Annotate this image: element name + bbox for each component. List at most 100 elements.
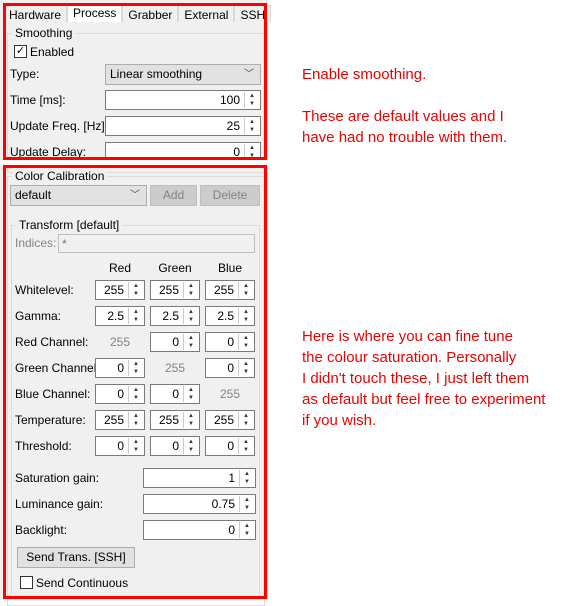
spin-value: 0 <box>117 361 124 375</box>
green-channel-blue-spinbox[interactable]: 0 ▲ ▼ <box>205 358 255 378</box>
tab-grabber[interactable]: Grabber <box>122 5 179 22</box>
spin-arrows-icon[interactable]: ▲ ▼ <box>183 308 198 324</box>
spin-value: 255 <box>158 413 179 427</box>
note-saturation-line3: I didn't touch these, I just left them <box>302 370 530 387</box>
delete-button[interactable]: Delete <box>200 185 260 206</box>
add-button[interactable]: Add <box>150 185 197 206</box>
blue-channel-green-spinbox[interactable]: 0 ▲ ▼ <box>150 384 200 404</box>
spin-value: 255 <box>103 283 124 297</box>
spin-value: 0 <box>172 335 179 349</box>
spin-value: 2.5 <box>217 309 234 323</box>
spin-arrows-icon[interactable]: ▲ ▼ <box>128 360 143 376</box>
gamma-red-spinbox[interactable]: 2.5 ▲ ▼ <box>95 306 145 326</box>
freq-label: Update Freq. [Hz]: <box>10 119 109 133</box>
threshold-blue-spinbox[interactable]: 0 ▲ ▼ <box>205 436 255 456</box>
saturation-label: Saturation gain: <box>15 471 100 485</box>
green-channel-red-spinbox[interactable]: 0 ▲ ▼ <box>95 358 145 378</box>
spin-arrows-icon[interactable]: ▲ ▼ <box>128 386 143 402</box>
spin-arrows-icon[interactable]: ▲ ▼ <box>128 438 143 454</box>
spin-arrows-icon[interactable]: ▲ ▼ <box>128 308 143 324</box>
spin-value: 255 <box>158 283 179 297</box>
tab-hardware[interactable]: Hardware <box>3 5 68 22</box>
chevron-down-icon: ﹀ <box>244 69 254 80</box>
spin-value: 0 <box>227 361 234 375</box>
red-channel-blue-spinbox[interactable]: 0 ▲ ▼ <box>205 332 255 352</box>
tab-external[interactable]: External <box>178 5 235 22</box>
spin-arrows-icon[interactable]: ▲ ▼ <box>238 360 253 376</box>
spin-arrows-icon[interactable]: ▲ ▼ <box>183 282 198 298</box>
enabled-checkbox[interactable]: ✓ <box>14 45 27 58</box>
row-label: Whitelevel: <box>15 283 74 297</box>
blue-channel-fixed-value: 255 <box>219 387 241 401</box>
profile-value: default <box>15 188 52 202</box>
spin-arrows-icon[interactable]: ▲ ▼ <box>128 412 143 428</box>
spin-arrows-icon[interactable]: ▲ ▼ <box>238 308 253 324</box>
note-saturation-line1: Here is where you can fine tune <box>302 328 513 345</box>
backlight-spinbox[interactable]: 0 ▲ ▼ <box>143 520 256 540</box>
enabled-label: Enabled <box>30 45 75 59</box>
spin-arrows-icon[interactable]: ▲ ▼ <box>183 334 198 350</box>
saturation-spinbox[interactable]: 1 ▲ ▼ <box>143 468 256 488</box>
spin-arrows-icon[interactable]: ▲ ▼ <box>183 438 198 454</box>
row-label: Temperature: <box>15 413 86 427</box>
spin-arrows-icon[interactable]: ▲ ▼ <box>239 522 254 538</box>
calibration-title: Color Calibration <box>12 169 108 183</box>
send-transform-button[interactable]: Send Trans. [SSH] <box>17 547 135 568</box>
spin-arrows-icon[interactable]: ▲ ▼ <box>239 496 254 512</box>
send-continuous-checkbox[interactable] <box>20 576 33 589</box>
red-channel-fixed-value: 255 <box>109 335 131 349</box>
type-value: Linear smoothing <box>110 67 203 81</box>
spin-arrows-icon[interactable]: ▲ ▼ <box>183 412 198 428</box>
spin-value: 0 <box>117 439 124 453</box>
indices-input[interactable] <box>58 234 255 253</box>
note-enable-smoothing: Enable smoothing. <box>302 66 427 83</box>
saturation-value: 1 <box>228 471 235 485</box>
freq-spinbox[interactable]: 25 ▲ ▼ <box>105 116 261 136</box>
spin-value: 0 <box>227 439 234 453</box>
spin-arrows-icon[interactable]: ▲ ▼ <box>239 470 254 486</box>
whitelevel-red-spinbox[interactable]: 255 ▲ ▼ <box>95 280 145 300</box>
blue-channel-red-spinbox[interactable]: 0 ▲ ▼ <box>95 384 145 404</box>
spin-value: 0 <box>172 387 179 401</box>
luminance-spinbox[interactable]: 0.75 ▲ ▼ <box>143 494 256 514</box>
temperature-red-spinbox[interactable]: 255 ▲ ▼ <box>95 410 145 430</box>
backlight-value: 0 <box>228 523 235 537</box>
spin-arrows-icon[interactable]: ▲ ▼ <box>183 386 198 402</box>
red-channel-green-spinbox[interactable]: 0 ▲ ▼ <box>150 332 200 352</box>
separator <box>0 160 268 166</box>
whitelevel-green-spinbox[interactable]: 255 ▲ ▼ <box>150 280 200 300</box>
spin-arrows-icon[interactable]: ▲ ▼ <box>244 118 259 134</box>
type-dropdown[interactable]: Linear smoothing ﹀ <box>105 64 261 85</box>
tab-process[interactable]: Process <box>67 3 123 22</box>
row-label: Green Channel: <box>15 361 100 375</box>
threshold-green-spinbox[interactable]: 0 ▲ ▼ <box>150 436 200 456</box>
luminance-value: 0.75 <box>211 497 235 511</box>
spin-arrows-icon[interactable]: ▲ ▼ <box>244 144 259 160</box>
spin-arrows-icon[interactable]: ▲ ▼ <box>238 282 253 298</box>
temperature-green-spinbox[interactable]: 255 ▲ ▼ <box>150 410 200 430</box>
spin-arrows-icon[interactable]: ▲ ▼ <box>244 92 259 108</box>
row-label: Gamma: <box>15 309 62 323</box>
smoothing-title: Smoothing <box>12 26 76 40</box>
indices-label: Indices: <box>15 236 57 250</box>
gamma-blue-spinbox[interactable]: 2.5 ▲ ▼ <box>205 306 255 326</box>
spin-arrows-icon[interactable]: ▲ ▼ <box>128 282 143 298</box>
time-spinbox[interactable]: 100 ▲ ▼ <box>105 90 261 110</box>
spin-value: 255 <box>213 413 234 427</box>
freq-value: 25 <box>226 119 240 133</box>
delay-spinbox[interactable]: 0 ▲ ▼ <box>105 142 261 162</box>
gamma-green-spinbox[interactable]: 2.5 ▲ ▼ <box>150 306 200 326</box>
type-label: Type: <box>10 67 40 81</box>
spin-arrows-icon[interactable]: ▲ ▼ <box>238 412 253 428</box>
profile-dropdown[interactable]: default ﹀ <box>10 185 147 206</box>
temperature-blue-spinbox[interactable]: 255 ▲ ▼ <box>205 410 255 430</box>
delay-value: 0 <box>233 145 240 159</box>
whitelevel-blue-spinbox[interactable]: 255 ▲ ▼ <box>205 280 255 300</box>
spin-arrows-icon[interactable]: ▲ ▼ <box>238 438 253 454</box>
row-label: Blue Channel: <box>15 387 91 401</box>
tab-ssh[interactable]: SSH <box>234 5 272 22</box>
threshold-red-spinbox[interactable]: 0 ▲ ▼ <box>95 436 145 456</box>
spin-arrows-icon[interactable]: ▲ ▼ <box>238 334 253 350</box>
row-label: Threshold: <box>15 439 72 453</box>
backlight-label: Backlight: <box>15 523 68 537</box>
